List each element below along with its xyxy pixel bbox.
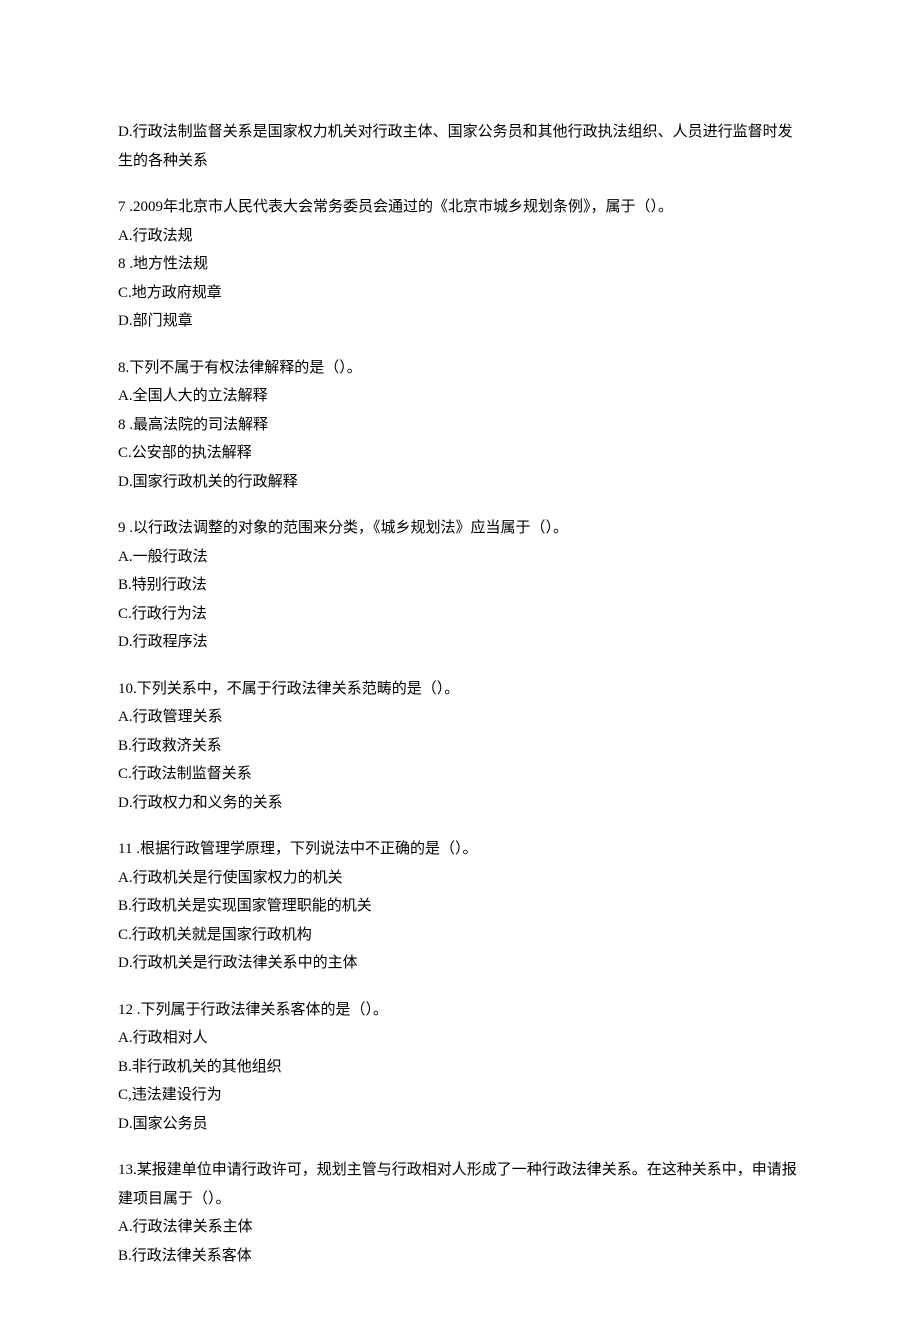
question-block-1: 8.下列不属于有权法律解释的是（）。A.全国人大的立法解释8 .最高法院的司法解… [118,354,802,497]
question-option-3: D.国家行政机关的行政解释 [118,468,802,497]
question-option-0: A.行政机关是行使国家权力的机关 [118,864,802,893]
question-option-2: C.行政法制监督关系 [118,760,802,789]
question-option-1: B.非行政机关的其他组织 [118,1053,802,1082]
question-option-1: B.行政机关是实现国家管理职能的机关 [118,892,802,921]
question-stem: 7 .2009年北京市人民代表大会常务委员会通过的《北京市城乡规划条例》，属于（… [118,193,802,222]
question-block-2: 9 .以行政法调整的对象的范围来分类，《城乡规划法》应当属于（）。A.一般行政法… [118,514,802,657]
question-option-0: A.全国人大的立法解释 [118,382,802,411]
question-stem: 12 .下列属于行政法律关系客体的是（）。 [118,996,802,1025]
question-option-0: A.行政相对人 [118,1024,802,1053]
question-option-2: C.行政行为法 [118,600,802,629]
question-block-0: 7 .2009年北京市人民代表大会常务委员会通过的《北京市城乡规划条例》，属于（… [118,193,802,336]
question-option-3: D.行政程序法 [118,628,802,657]
question-block-4: 11 .根据行政管理学原理，下列说法中不正确的是（）。A.行政机关是行使国家权力… [118,835,802,978]
question-option-3: D.行政机关是行政法律关系中的主体 [118,949,802,978]
document-content: D.行政法制监督关系是国家权力机关对行政主体、国家公务员和其他行政执法组织、人员… [118,118,802,1270]
question-block-5: 12 .下列属于行政法律关系客体的是（）。A.行政相对人B.非行政机关的其他组织… [118,996,802,1139]
question-option-0: A.行政管理关系 [118,703,802,732]
question-option-0: A.行政法律关系主体 [118,1213,802,1242]
intro-block: D.行政法制监督关系是国家权力机关对行政主体、国家公务员和其他行政执法组织、人员… [118,118,802,175]
question-stem: 9 .以行政法调整的对象的范围来分类，《城乡规划法》应当属于（）。 [118,514,802,543]
question-block-3: 10.下列关系中，不属于行政法律关系范畴的是（）。A.行政管理关系B.行政救济关… [118,675,802,818]
question-option-1: B.行政救济关系 [118,732,802,761]
question-option-2: C.行政机关就是国家行政机构 [118,921,802,950]
question-option-2: C.公安部的执法解释 [118,439,802,468]
intro-line-0: D.行政法制监督关系是国家权力机关对行政主体、国家公务员和其他行政执法组织、人员… [118,118,802,175]
question-option-1: 8 .最高法院的司法解释 [118,411,802,440]
question-option-2: C,违法建设行为 [118,1081,802,1110]
question-stem: 8.下列不属于有权法律解释的是（）。 [118,354,802,383]
question-block-6: 13.某报建单位申请行政许可，规划主管与行政相对人形成了一种行政法律关系。在这种… [118,1156,802,1270]
question-option-1: B.特别行政法 [118,571,802,600]
question-stem: 13.某报建单位申请行政许可，规划主管与行政相对人形成了一种行政法律关系。在这种… [118,1156,802,1213]
question-stem: 10.下列关系中，不属于行政法律关系范畴的是（）。 [118,675,802,704]
question-option-3: D.行政权力和义务的关系 [118,789,802,818]
question-option-3: D.国家公务员 [118,1110,802,1139]
question-option-3: D.部门规章 [118,307,802,336]
question-option-1: 8 .地方性法规 [118,250,802,279]
question-option-1: B.行政法律关系客体 [118,1242,802,1271]
question-option-0: A.行政法规 [118,222,802,251]
question-stem: 11 .根据行政管理学原理，下列说法中不正确的是（）。 [118,835,802,864]
question-option-0: A.一般行政法 [118,543,802,572]
question-option-2: C.地方政府规章 [118,279,802,308]
